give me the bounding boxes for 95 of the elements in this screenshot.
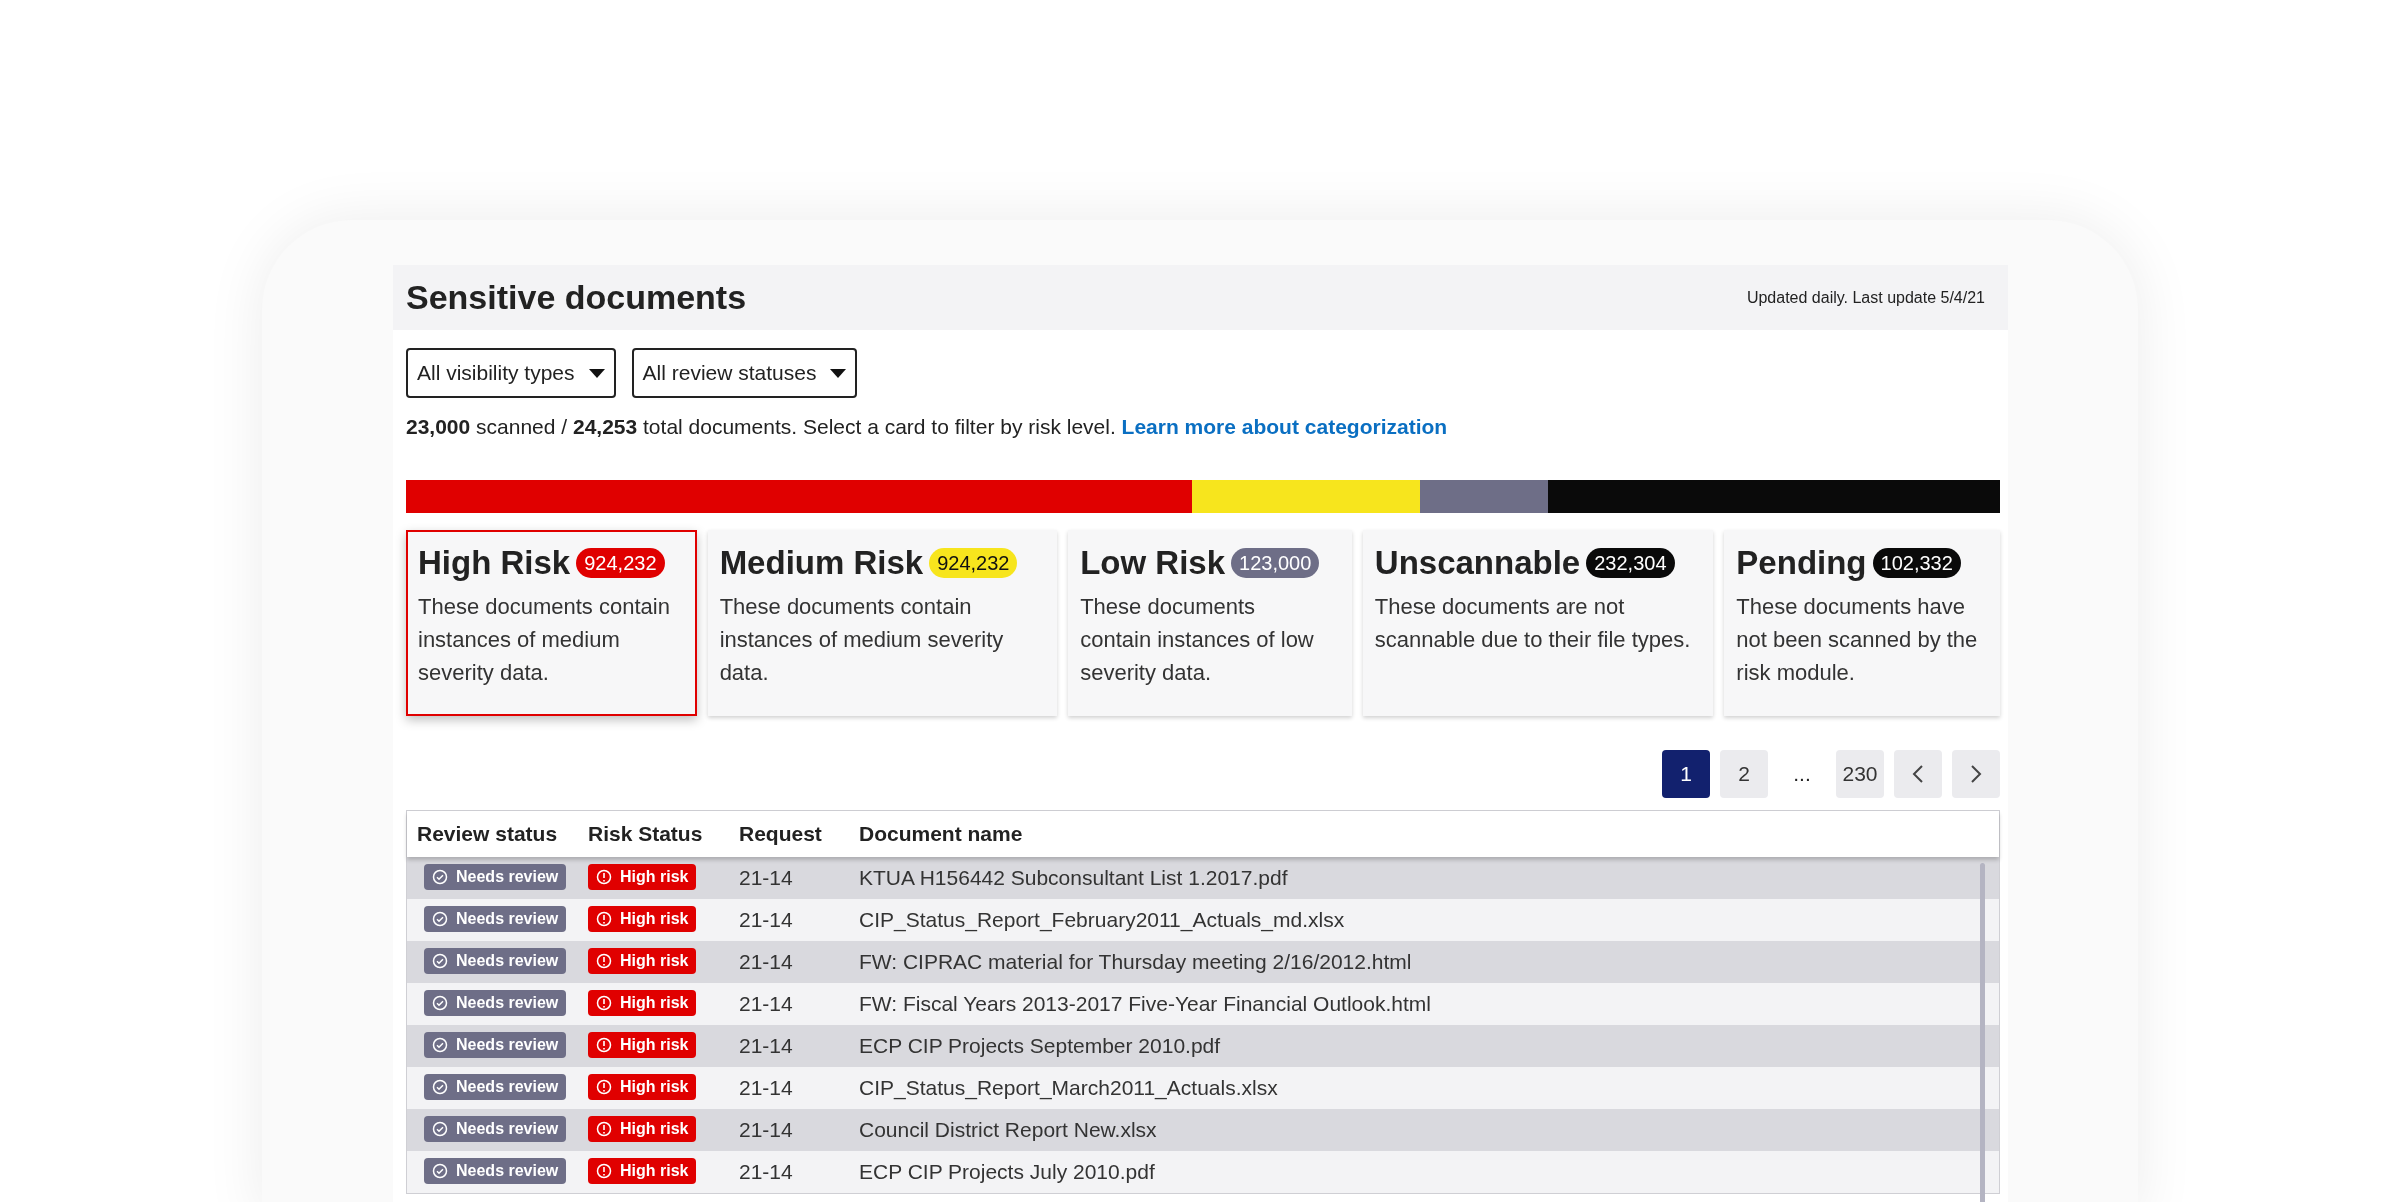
card-title: Unscannable	[1374, 543, 1581, 583]
risk-status-badge: High risk	[588, 864, 697, 890]
review-status-badge: Needs review	[424, 990, 567, 1016]
review-status-badge: Needs review	[424, 1032, 567, 1058]
review-status-badge: Needs review	[424, 1074, 567, 1100]
card-description: These documents contain instances of low severity data.	[1080, 593, 1315, 687]
card-title: High Risk	[418, 543, 571, 583]
review-status-badge: Needs review	[424, 1116, 567, 1142]
card-title: Medium Risk	[719, 543, 924, 583]
card-title: Pending	[1736, 543, 1867, 583]
request-cell: 21-14	[739, 992, 793, 1016]
request-cell: 21-14	[739, 908, 793, 932]
document-name-cell: FW: CIPRAC material for Thursday meeting 2/16/2012.html	[859, 950, 1412, 974]
table-row[interactable]: Needs review High risk 21-14 KTUA H156442 Subconsultant List 1.2017.pdf	[407, 857, 1999, 899]
table-row[interactable]: Needs review High risk 21-14 FW: Fiscal Years 2013-2017 Five-Year Financial Outlook.html	[407, 983, 1999, 1025]
check-circle-icon	[432, 1079, 448, 1095]
previous-page-button[interactable]	[1894, 750, 1942, 798]
check-circle-icon	[432, 995, 448, 1011]
review-status-badge: Needs review	[424, 1158, 567, 1184]
check-circle-icon	[432, 953, 448, 969]
update-note: Updated daily. Last update 5/4/21	[1746, 287, 1985, 308]
check-circle-icon	[432, 1163, 448, 1179]
card-description: These documents have not been scanned by the risk module.	[1736, 593, 1979, 687]
check-circle-icon	[432, 869, 448, 885]
count-badge: 924,232	[929, 548, 1018, 578]
document-name-cell: KTUA H156442 Subconsultant List 1.2017.pdf	[859, 866, 1288, 890]
document-name-cell: CIP_Status_Report_February2011_Actuals_md.xlsx	[859, 908, 1345, 932]
column-header[interactable]: Review status	[417, 822, 558, 846]
review-status-badge: Needs review	[424, 906, 567, 932]
risk-card[interactable]: High Risk 924,232 These documents contain instances of medium severity data.	[406, 530, 697, 716]
info-circle-icon	[596, 911, 612, 927]
check-circle-icon	[432, 911, 448, 927]
card-title: Low Risk	[1080, 543, 1226, 583]
categorization-link[interactable]: Learn more about categorization	[1121, 415, 1448, 438]
card-description: These documents contain instances of medium severity data.	[418, 593, 671, 687]
card-description: These documents are not scannable due to their file types.	[1374, 593, 1692, 654]
request-cell: 21-14	[739, 1076, 793, 1100]
info-circle-icon	[596, 1079, 612, 1095]
table-row[interactable]: Needs review High risk 21-14 FW: CIPRAC material for Thursday meeting 2/16/2012.html	[407, 941, 1999, 983]
pagination-ellipsis: ...	[1792, 761, 1812, 788]
request-cell: 21-14	[739, 1118, 793, 1142]
risk-status-badge: High risk	[588, 1116, 697, 1142]
page-button[interactable]: 1	[1662, 750, 1710, 798]
page-title: Sensitive documents	[406, 277, 747, 318]
page-button[interactable]: 230	[1836, 750, 1884, 798]
risk-status-badge: High risk	[588, 1032, 697, 1058]
document-name-cell: FW: Fiscal Years 2013-2017 Five-Year Financial Outlook.html	[859, 992, 1431, 1016]
document-name-cell: Council District Report New.xlsx	[859, 1118, 1157, 1142]
info-circle-icon	[596, 1037, 612, 1053]
table-row[interactable]: Needs review High risk 21-14 CIP_Status_Report_March2011_Actuals.xlsx	[407, 1067, 1999, 1109]
card-description: These documents contain instances of medium severity data.	[719, 593, 1005, 687]
column-header[interactable]: Request	[739, 822, 822, 846]
column-header[interactable]: Risk Status	[588, 822, 703, 846]
request-cell: 21-14	[739, 1034, 793, 1058]
risk-card[interactable]: Low Risk 123,000 These documents contain instances of low severity data.	[1068, 530, 1352, 716]
filter-dropdown[interactable]: All review statuses	[631, 348, 858, 398]
info-circle-icon	[596, 1121, 612, 1137]
request-cell: 21-14	[739, 1160, 793, 1184]
next-page-button[interactable]	[1952, 750, 2000, 798]
risk-status-badge: High risk	[588, 948, 697, 974]
table-row[interactable]: Needs review High risk 21-14 CIP_Status_Report_February2011_Actuals_md.xlsx	[407, 899, 1999, 941]
check-circle-icon	[432, 1121, 448, 1137]
filter-dropdown[interactable]: All visibility types	[406, 348, 616, 398]
count-badge: 232,304	[1586, 548, 1675, 578]
risk-status-badge: High risk	[588, 906, 697, 932]
request-cell: 21-14	[739, 950, 793, 974]
risk-card[interactable]: Medium Risk 924,232 These documents contain instances of medium severity data.	[707, 530, 1058, 716]
risk-card[interactable]: Unscannable 232,304 These documents are not scannable due to their file types.	[1362, 530, 1714, 716]
info-circle-icon	[596, 869, 612, 885]
caret-down-icon	[830, 368, 847, 378]
table-row[interactable]: Needs review High risk 21-14 Council District Report New.xlsx	[407, 1109, 1999, 1151]
table-row[interactable]: Needs review High risk 21-14 ECP CIP Projects September 2010.pdf	[407, 1025, 1999, 1067]
risk-status-badge: High risk	[588, 990, 697, 1016]
risk-status-badge: High risk	[588, 1158, 697, 1184]
document-name-cell: ECP CIP Projects September 2010.pdf	[859, 1034, 1221, 1058]
request-cell: 21-14	[739, 866, 793, 890]
review-status-badge: Needs review	[424, 948, 567, 974]
caret-down-icon	[588, 368, 605, 378]
risk-card[interactable]: Pending 102,332 These documents have not been scanned by the risk module.	[1724, 530, 2000, 716]
page-button[interactable]: 2	[1720, 750, 1768, 798]
count-badge: 924,232	[576, 548, 665, 578]
count-badge: 102,332	[1872, 548, 1961, 578]
check-circle-icon	[432, 1037, 448, 1053]
risk-status-badge: High risk	[588, 1074, 697, 1100]
scrollbar[interactable]	[1980, 863, 1985, 1202]
count-badge: 123,000	[1231, 548, 1320, 578]
summary-text: 23,000 scanned / 24,253 total documents. Select a card to filter by risk level. Learn more about categorization	[406, 414, 1449, 440]
info-circle-icon	[596, 995, 612, 1011]
info-circle-icon	[596, 953, 612, 969]
review-status-badge: Needs review	[424, 864, 567, 890]
table-row[interactable]: Needs review High risk 21-14 ECP CIP Projects July 2010.pdf	[407, 1151, 1999, 1193]
column-header[interactable]: Document name	[859, 822, 1023, 846]
document-name-cell: CIP_Status_Report_March2011_Actuals.xlsx	[859, 1076, 1278, 1100]
info-circle-icon	[596, 1163, 612, 1179]
document-name-cell: ECP CIP Projects July 2010.pdf	[859, 1160, 1155, 1184]
